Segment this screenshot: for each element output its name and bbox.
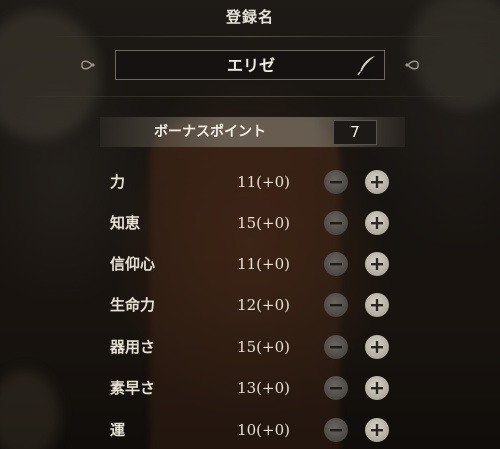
plus-icon bbox=[371, 299, 383, 311]
minus-button[interactable] bbox=[324, 252, 348, 276]
stat-row-faith: 信仰心 11(+0) bbox=[0, 249, 500, 279]
minus-icon bbox=[330, 263, 342, 266]
plus-button[interactable] bbox=[365, 211, 389, 235]
stat-row-agility: 素早さ 13(+0) bbox=[0, 373, 500, 403]
stat-value: 15(+0) bbox=[237, 338, 290, 356]
stat-value: 11(+0) bbox=[237, 255, 290, 273]
minus-button[interactable] bbox=[324, 211, 348, 235]
stat-value: 13(+0) bbox=[237, 379, 290, 397]
stat-value: 15(+0) bbox=[237, 214, 290, 232]
stat-label: 信仰心 bbox=[110, 255, 156, 273]
plus-icon bbox=[371, 341, 383, 353]
name-field[interactable]: エリゼ bbox=[115, 50, 385, 80]
right-ornament-icon bbox=[402, 55, 422, 75]
stat-value: 11(+0) bbox=[237, 173, 290, 191]
minus-icon bbox=[330, 387, 342, 390]
name-field-value[interactable]: エリゼ bbox=[116, 51, 386, 81]
minus-icon bbox=[330, 346, 342, 349]
plus-button[interactable] bbox=[365, 293, 389, 317]
plus-icon bbox=[371, 258, 383, 270]
minus-icon bbox=[330, 222, 342, 225]
title-divider bbox=[48, 36, 452, 37]
stat-label: 運 bbox=[110, 421, 126, 439]
plus-button[interactable] bbox=[365, 170, 389, 194]
stat-label: 力 bbox=[110, 173, 126, 191]
plus-button[interactable] bbox=[365, 252, 389, 276]
minus-button[interactable] bbox=[324, 418, 348, 442]
plus-button[interactable] bbox=[365, 376, 389, 400]
page-title: 登録名 bbox=[225, 8, 274, 26]
bonus-points-value: 7 bbox=[350, 123, 360, 141]
plus-button[interactable] bbox=[365, 418, 389, 442]
stat-label: 素早さ bbox=[110, 379, 156, 397]
minus-button[interactable] bbox=[324, 170, 348, 194]
stat-label: 器用さ bbox=[110, 338, 156, 356]
left-ornament-icon bbox=[78, 55, 98, 75]
plus-icon bbox=[371, 176, 383, 188]
stat-value: 12(+0) bbox=[237, 296, 290, 314]
stat-label: 知恵 bbox=[110, 214, 141, 232]
stat-row-wisdom: 知恵 15(+0) bbox=[0, 208, 500, 238]
plus-icon bbox=[371, 382, 383, 394]
minus-button[interactable] bbox=[324, 293, 348, 317]
bonus-points-box: 7 bbox=[333, 120, 377, 145]
quill-icon[interactable] bbox=[356, 54, 378, 76]
minus-icon bbox=[330, 304, 342, 307]
stat-row-vitality: 生命力 12(+0) bbox=[0, 290, 500, 320]
minus-icon bbox=[330, 429, 342, 432]
plus-button[interactable] bbox=[365, 335, 389, 359]
stat-value: 10(+0) bbox=[237, 421, 290, 439]
stat-row-strength: 力 11(+0) bbox=[0, 167, 500, 197]
plus-icon bbox=[371, 424, 383, 436]
minus-icon bbox=[330, 181, 342, 184]
minus-button[interactable] bbox=[324, 335, 348, 359]
stat-row-dexterity: 器用さ 15(+0) bbox=[0, 332, 500, 362]
bonus-points-label: ボーナスポイント bbox=[154, 124, 266, 140]
name-divider bbox=[20, 96, 480, 97]
stat-row-luck: 運 10(+0) bbox=[0, 415, 500, 445]
plus-icon bbox=[371, 217, 383, 229]
minus-button[interactable] bbox=[324, 376, 348, 400]
stat-label: 生命力 bbox=[110, 296, 156, 314]
